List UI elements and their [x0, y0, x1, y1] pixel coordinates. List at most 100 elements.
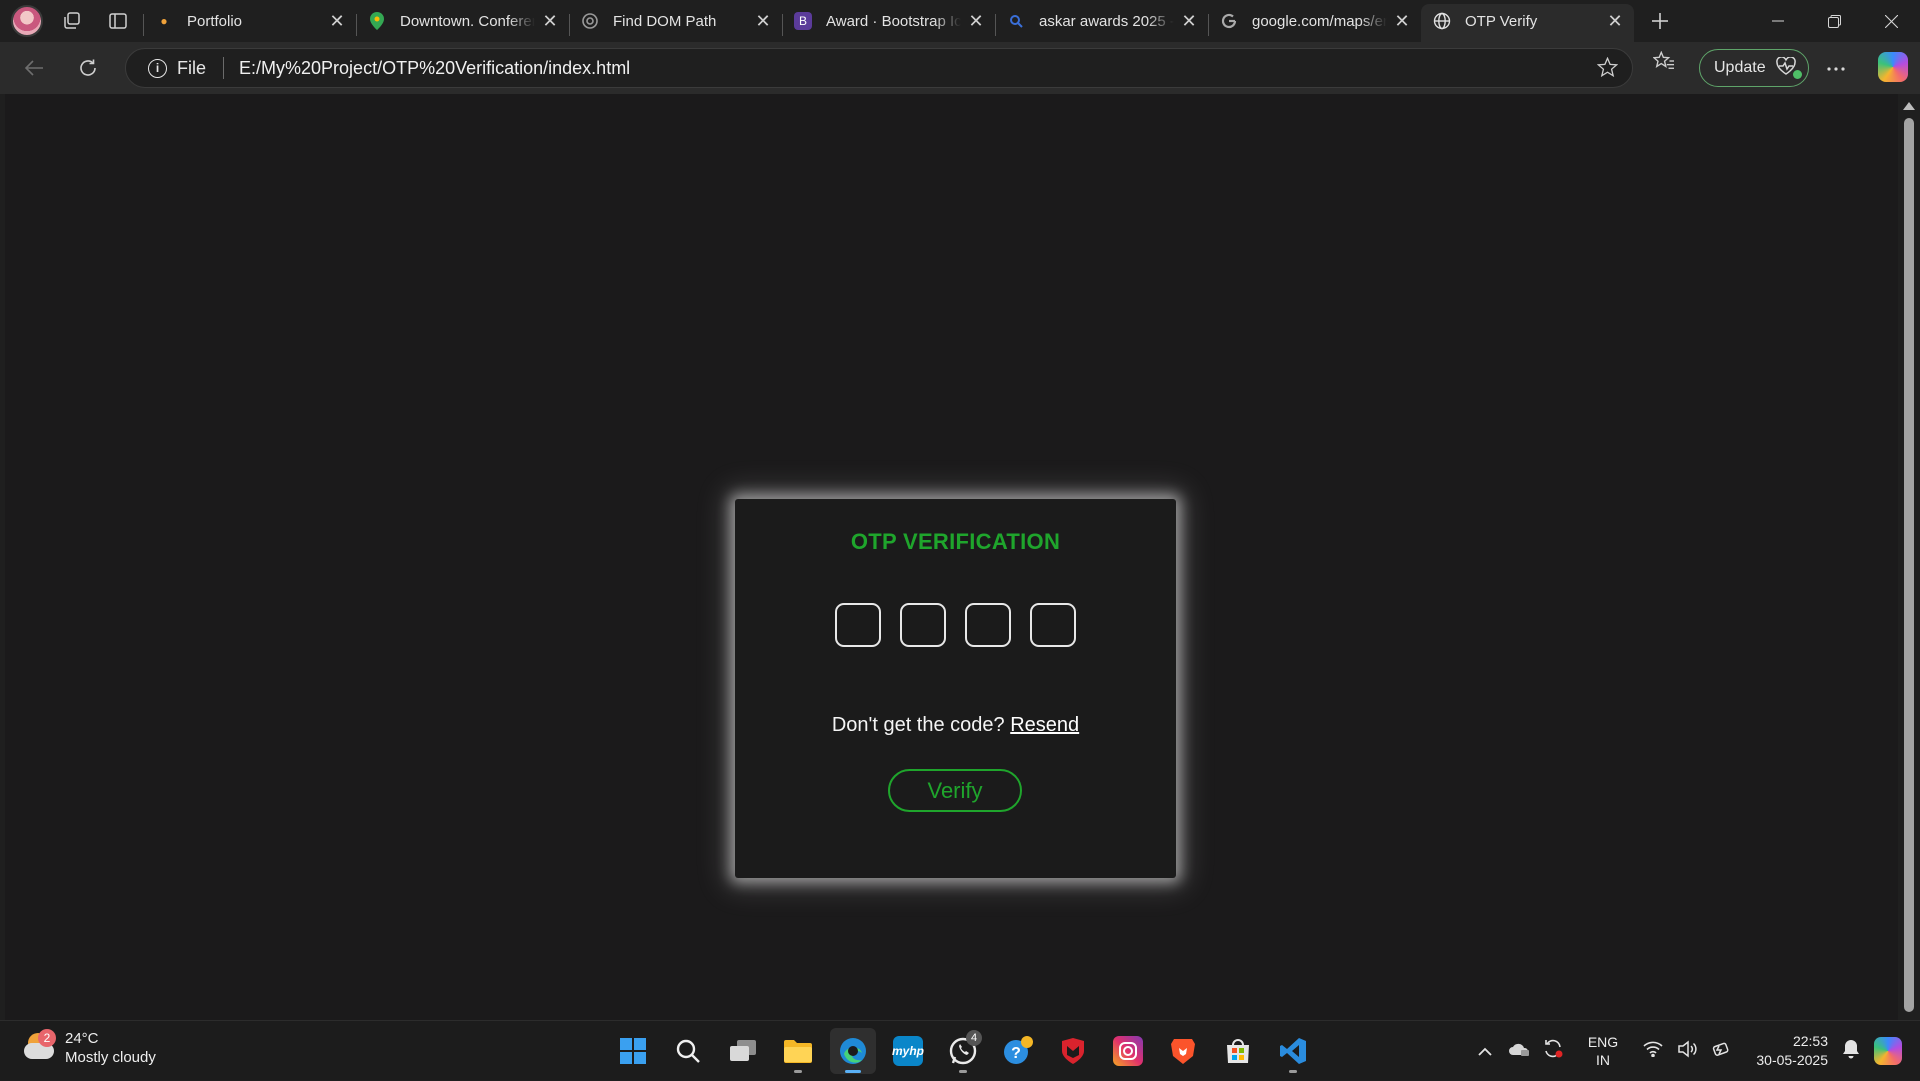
tab-otp-verify[interactable]: OTP Verify ✕ — [1421, 4, 1634, 42]
weather-text: 24°C Mostly cloudy — [65, 1029, 156, 1067]
restore-icon[interactable] — [1806, 0, 1863, 42]
address-bar[interactable]: i File E:/My%20Project/OTP%20Verificatio… — [125, 48, 1633, 88]
address-separator — [223, 57, 225, 79]
clock-time: 22:53 — [1792, 1033, 1828, 1049]
task-view-icon[interactable] — [720, 1028, 766, 1074]
search-favicon-icon — [1007, 12, 1025, 30]
myhp-label: myhp — [892, 1036, 924, 1066]
refresh-icon[interactable] — [70, 50, 106, 86]
tab-title: Downtown. Conference — [400, 12, 535, 30]
copilot-tray-icon[interactable] — [1874, 1037, 1902, 1065]
notification-bell-icon[interactable] — [1842, 1039, 1860, 1064]
show-hidden-icons-chevron-icon[interactable] — [1471, 1041, 1499, 1061]
weather-widget[interactable]: 2 24°C Mostly cloudy — [22, 1029, 156, 1067]
taskbar: 2 24°C Mostly cloudy myhp 4 ? ENG IN 22:… — [0, 1020, 1920, 1080]
close-tab-icon[interactable]: ✕ — [754, 11, 772, 32]
close-tab-icon[interactable]: ✕ — [328, 11, 346, 32]
file-explorer-icon[interactable] — [775, 1028, 821, 1074]
close-window-icon[interactable] — [1863, 0, 1920, 42]
scroll-thumb[interactable] — [1904, 118, 1914, 1012]
weather-temperature: 24°C — [65, 1030, 99, 1047]
otp-digit-input-2[interactable] — [900, 603, 946, 647]
verify-button[interactable]: Verify — [888, 769, 1022, 812]
tab-title: Award · Bootstrap Icons — [826, 12, 961, 30]
tab-downtown-conference[interactable]: Downtown. Conference ✕ — [356, 4, 569, 42]
new-tab-button[interactable] — [1640, 2, 1680, 40]
address-url[interactable]: E:/My%20Project/OTP%20Verification/index… — [239, 58, 630, 79]
favorite-star-icon[interactable] — [1596, 56, 1619, 83]
vertical-tabs-icon[interactable] — [101, 4, 135, 38]
favorites-icon[interactable] — [1652, 50, 1675, 77]
vscode-icon[interactable] — [1270, 1028, 1316, 1074]
edge-browser-icon[interactable] — [830, 1028, 876, 1074]
close-tab-icon[interactable]: ✕ — [541, 11, 559, 32]
get-help-icon[interactable]: ? — [995, 1028, 1041, 1074]
tab-title: Portfolio — [187, 12, 243, 30]
close-tab-icon[interactable]: ✕ — [1393, 11, 1411, 32]
tab-title: OTP Verify — [1465, 12, 1538, 30]
svg-text:?: ? — [1011, 1045, 1021, 1062]
tab-title: Find DOM Path — [613, 12, 717, 30]
tab-bootstrap-icons[interactable]: B Award · Bootstrap Icons ✕ — [782, 4, 995, 42]
back-arrow-icon[interactable] — [16, 50, 52, 86]
cloudy-weather-icon: 2 — [22, 1029, 56, 1063]
language-indicator[interactable]: ENG IN — [1578, 1033, 1628, 1069]
copilot-icon[interactable] — [1878, 52, 1908, 82]
update-button[interactable]: Update — [1699, 49, 1809, 87]
weather-condition: Mostly cloudy — [65, 1049, 156, 1066]
system-tray: ENG IN 22:53 30-05-2025 — [1468, 1021, 1920, 1081]
battery-charging-icon[interactable] — [1707, 1040, 1735, 1063]
otp-digit-input-4[interactable] — [1030, 603, 1076, 647]
volume-icon[interactable] — [1673, 1039, 1701, 1063]
system-clock[interactable]: 22:53 30-05-2025 — [1738, 1032, 1828, 1070]
tab-list: ● Portfolio ✕ Downtown. Conference ✕ Fin… — [143, 0, 1634, 42]
wifi-icon[interactable] — [1639, 1041, 1667, 1062]
tab-portfolio[interactable]: ● Portfolio ✕ — [143, 4, 356, 42]
tab-find-dom-path[interactable]: Find DOM Path ✕ — [569, 4, 782, 42]
whatsapp-icon[interactable]: 4 — [940, 1028, 986, 1074]
close-tab-icon[interactable]: ✕ — [967, 11, 985, 32]
scroll-up-arrow-icon[interactable] — [1903, 102, 1915, 110]
minimize-icon[interactable] — [1749, 0, 1806, 42]
onedrive-cloud-icon[interactable] — [1505, 1041, 1533, 1062]
clock-date: 30-05-2025 — [1756, 1052, 1828, 1068]
tab-search[interactable]: askar awards 2025 - Search ✕ — [995, 4, 1208, 42]
maps-pin-favicon-icon — [368, 12, 386, 30]
profile-avatar[interactable] — [11, 5, 43, 37]
page-viewport: OTP VERIFICATION Don't get the code? Res… — [5, 94, 1898, 1020]
myhp-app-icon[interactable]: myhp — [885, 1028, 931, 1074]
portfolio-favicon-icon: ● — [160, 14, 168, 28]
start-button[interactable] — [610, 1028, 656, 1074]
close-tab-icon[interactable]: ✕ — [1606, 11, 1624, 32]
google-favicon-icon — [1220, 12, 1238, 30]
close-tab-icon[interactable]: ✕ — [1180, 11, 1198, 32]
page-scrollbar[interactable] — [1898, 94, 1920, 1020]
bootstrap-favicon-icon: B — [794, 12, 812, 30]
whatsapp-badge: 4 — [966, 1030, 982, 1046]
more-options-icon[interactable] — [1826, 52, 1846, 78]
search-icon[interactable] — [665, 1028, 711, 1074]
brave-browser-icon[interactable] — [1160, 1028, 1206, 1074]
otp-title: OTP VERIFICATION — [850, 529, 1061, 554]
health-heart-icon — [1775, 55, 1802, 80]
browser-toolbar: i File E:/My%20Project/OTP%20Verificatio… — [0, 42, 1920, 94]
otp-digit-input-3[interactable] — [965, 603, 1011, 647]
info-icon: i — [148, 58, 167, 78]
microsoft-store-icon[interactable] — [1215, 1028, 1261, 1074]
instagram-icon[interactable] — [1105, 1028, 1151, 1074]
tab-google-maps[interactable]: google.com/maps/embed ✕ — [1208, 4, 1421, 42]
resend-line: Don't get the code? Resend — [735, 714, 1176, 737]
language-line-2: IN — [1596, 1052, 1610, 1068]
tab-title: google.com/maps/embed — [1252, 12, 1387, 30]
otp-input-row — [835, 603, 1076, 647]
otp-digit-input-1[interactable] — [835, 603, 881, 647]
site-info-button[interactable]: i File — [148, 58, 206, 79]
mcafee-icon[interactable] — [1050, 1028, 1096, 1074]
sync-icon[interactable] — [1539, 1039, 1567, 1064]
weather-badge: 2 — [38, 1029, 56, 1047]
extension-favicon-icon — [581, 12, 599, 30]
workspaces-icon[interactable] — [55, 4, 89, 38]
resend-prompt: Don't get the code? — [831, 714, 1005, 736]
resend-link[interactable]: Resend — [1010, 714, 1079, 736]
window-controls — [1749, 0, 1920, 42]
